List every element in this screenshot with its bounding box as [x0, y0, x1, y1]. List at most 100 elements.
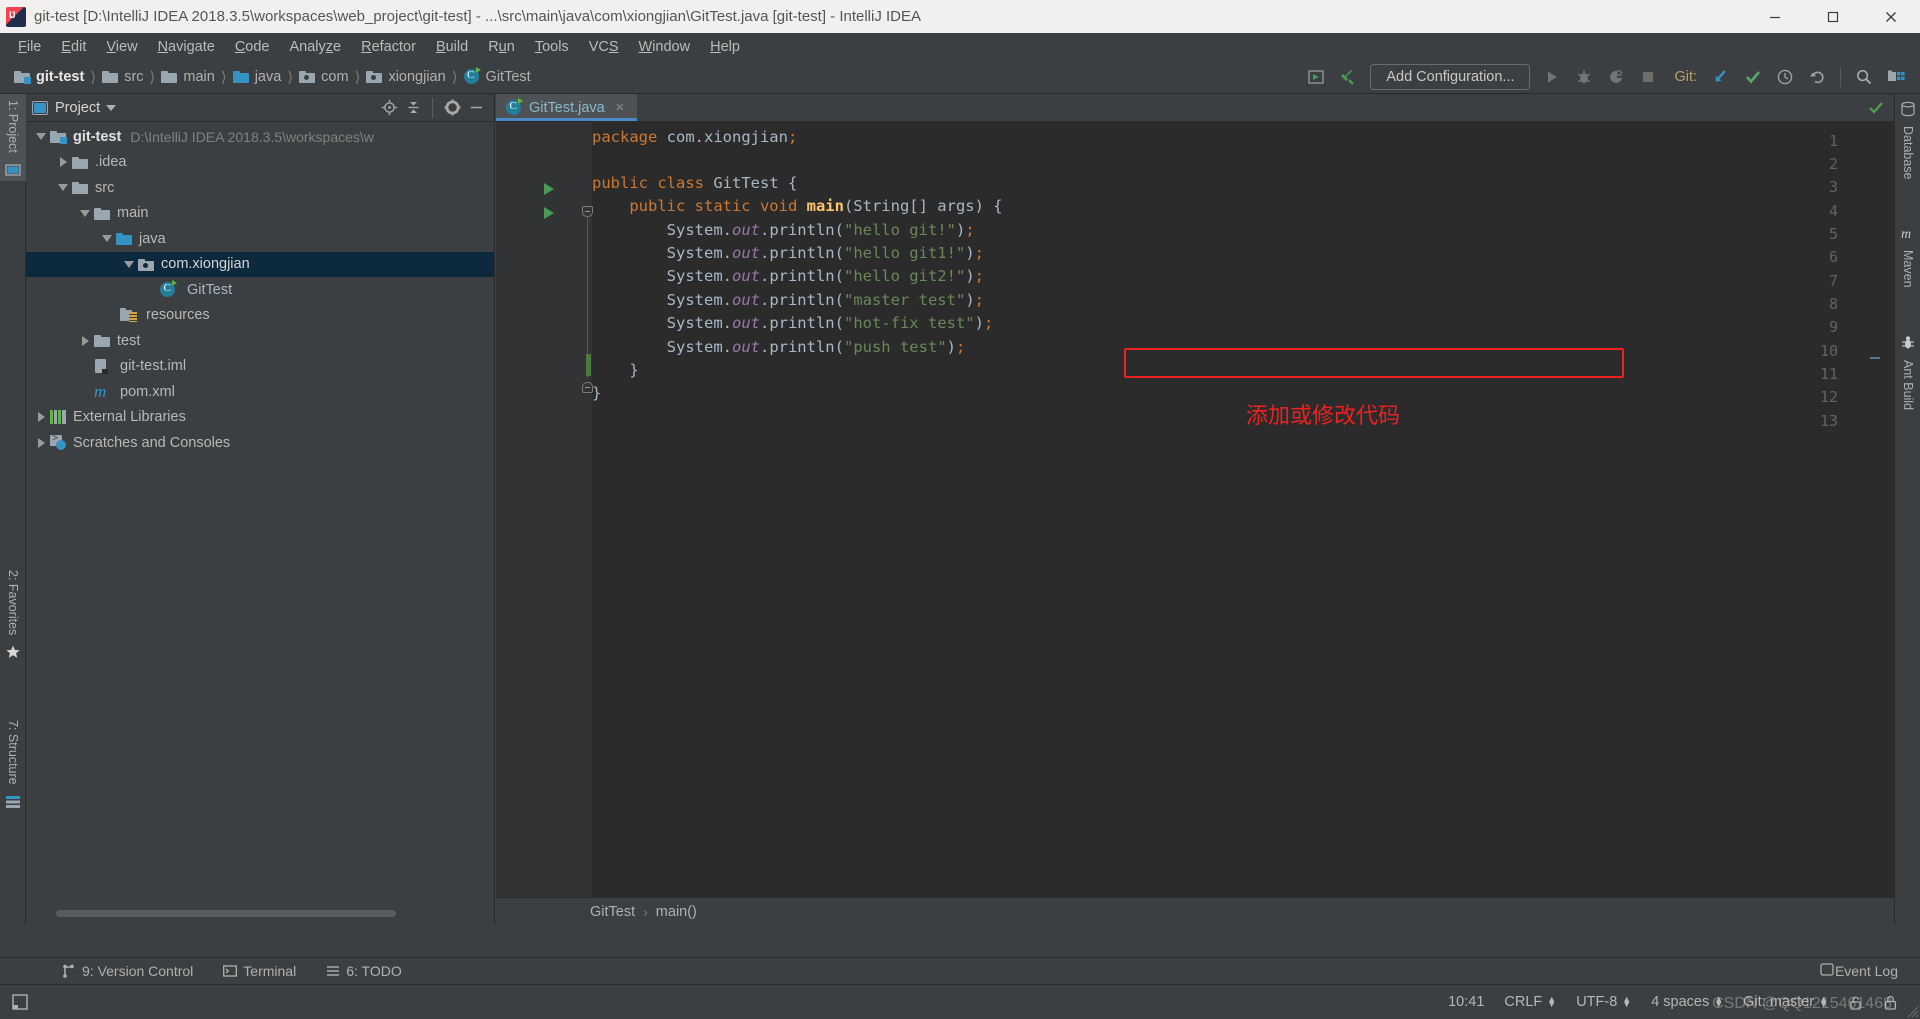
settings-gear-icon[interactable]: [440, 97, 464, 119]
expand-arrow-icon[interactable]: [32, 437, 50, 448]
sidebar-item-maven[interactable]: m Maven: [1895, 222, 1920, 294]
build-project-icon[interactable]: [1301, 64, 1331, 90]
minimize-button[interactable]: [1746, 0, 1804, 33]
run-with-coverage-icon[interactable]: [1601, 64, 1631, 90]
tree-item-scratches-and-consoles[interactable]: Scratches and Consoles: [26, 430, 494, 456]
window-controls: [1746, 0, 1920, 33]
status-indent[interactable]: 4 spaces ▲ ▼: [1641, 994, 1733, 1010]
inspection-ok-icon[interactable]: [1868, 100, 1884, 121]
tree-item-git-test[interactable]: git-test D:\IntelliJ IDEA 2018.3.5\works…: [26, 124, 494, 150]
commit-icon[interactable]: [1738, 64, 1768, 90]
sidebar-item-structure[interactable]: 7: Structure: [0, 714, 26, 813]
run-method-gutter-icon[interactable]: [544, 207, 554, 219]
sidebar-item-ant-build[interactable]: Ant Build: [1895, 332, 1920, 416]
sidebar-item-project[interactable]: 1: Project: [0, 94, 26, 181]
collapse-arrow-icon[interactable]: [120, 260, 138, 268]
collapse-arrow-icon[interactable]: [54, 184, 72, 192]
navigation-bar: git-test ⟩ src ⟩ main ⟩ java ⟩ com ⟩ xio…: [0, 60, 1920, 94]
sidebar-item-favorites[interactable]: 2: Favorites: [0, 564, 26, 663]
menu-edit[interactable]: Edit: [51, 36, 96, 58]
code-text[interactable]: package com.xiongjian; public class GitT…: [592, 122, 1894, 925]
stop-icon[interactable]: [1633, 64, 1663, 90]
tree-item-pom-xml[interactable]: m pom.xml: [26, 379, 494, 405]
tree-item-gittest[interactable]: GitTest: [26, 277, 494, 303]
event-log-button[interactable]: Event Log: [1820, 962, 1898, 980]
breadcrumb-item-src[interactable]: src: [98, 67, 147, 87]
breadcrumb-item-java[interactable]: java: [229, 67, 286, 87]
debug-icon[interactable]: [1569, 64, 1599, 90]
bottom-tab-version-control[interactable]: 9: Version Control: [50, 961, 205, 981]
expand-arrow-icon[interactable]: [76, 335, 94, 346]
sidebar-item-database[interactable]: Database: [1895, 98, 1920, 186]
hide-icon[interactable]: [464, 97, 488, 119]
menu-help[interactable]: Help: [700, 36, 750, 58]
run-icon[interactable]: [1537, 64, 1567, 90]
menu-code[interactable]: Code: [225, 36, 280, 58]
run-class-gutter-icon[interactable]: [544, 183, 554, 195]
project-structure-icon[interactable]: [1881, 64, 1911, 90]
add-configuration-button[interactable]: Add Configuration...: [1370, 63, 1531, 90]
collapse-all-icon[interactable]: [401, 97, 425, 119]
tree-item-external-libraries[interactable]: External Libraries: [26, 405, 494, 431]
tree-item-test[interactable]: test: [26, 328, 494, 354]
expand-arrow-icon[interactable]: [32, 412, 50, 423]
revert-icon[interactable]: [1802, 64, 1832, 90]
tab-label: GitTest.java: [529, 99, 605, 116]
menu-analyze[interactable]: Analyze: [280, 36, 352, 58]
tab-gittest-java[interactable]: GitTest.java ×: [496, 94, 637, 121]
menu-tools[interactable]: Tools: [525, 36, 579, 58]
status-encoding[interactable]: UTF-8 ▲ ▼: [1566, 994, 1641, 1010]
tree-item-src[interactable]: src: [26, 175, 494, 201]
menu-refactor[interactable]: Refactor: [351, 36, 426, 58]
history-icon[interactable]: [1770, 64, 1800, 90]
chevron-down-icon[interactable]: [106, 104, 117, 111]
collapse-arrow-icon[interactable]: [76, 209, 94, 217]
search-everywhere-icon[interactable]: [1849, 64, 1879, 90]
close-button[interactable]: [1862, 0, 1920, 33]
vcs-change-marker[interactable]: [586, 354, 591, 376]
toggle-toolbar-button[interactable]: [0, 994, 40, 1010]
sidebar-item-label: Database: [1901, 126, 1915, 180]
menu-navigate[interactable]: Navigate: [148, 36, 225, 58]
tree-item-com-xiongjian[interactable]: com.xiongjian: [26, 251, 494, 277]
bottom-tab-terminal[interactable]: Terminal: [211, 961, 308, 981]
collapse-arrow-icon[interactable]: [98, 235, 116, 243]
breadcrumb-item-main[interactable]: main: [157, 67, 218, 87]
maximize-button[interactable]: [1804, 0, 1862, 33]
menu-file[interactable]: File: [8, 36, 51, 58]
editor-gutter[interactable]: [496, 122, 592, 925]
update-project-icon[interactable]: [1706, 64, 1736, 90]
menu-window[interactable]: Window: [629, 36, 701, 58]
bottom-tab-todo[interactable]: 6: TODO: [314, 961, 414, 981]
inspections-icon[interactable]: [1873, 995, 1908, 1010]
breadcrumb-item-gittest[interactable]: GitTest: [460, 67, 535, 87]
menu-build[interactable]: Build: [426, 36, 478, 58]
status-line-separator[interactable]: CRLF ▲ ▼: [1494, 994, 1566, 1010]
project-panel-title: Project: [55, 99, 101, 116]
editor-breadcrumb-method[interactable]: main(): [652, 904, 701, 920]
collapse-arrow-icon[interactable]: [32, 133, 50, 141]
locate-icon[interactable]: [377, 97, 401, 119]
tree-item-resources[interactable]: resources: [26, 303, 494, 329]
tree-item-idea[interactable]: .idea: [26, 150, 494, 176]
project-tool-window: Project git-test D:\IntelliJ IDEA 2018.3…: [26, 94, 495, 925]
window-resize-grip[interactable]: [1904, 1003, 1920, 1019]
tree-item-java[interactable]: java: [26, 226, 494, 252]
menu-vcs[interactable]: VCS: [579, 36, 629, 58]
code-canvas[interactable]: 1 2 3 4 5 6 7 8 9 10 11 12 13 package co…: [496, 122, 1894, 925]
breadcrumb-item-xiongjian[interactable]: xiongjian: [362, 67, 449, 87]
expand-arrow-icon[interactable]: [54, 157, 72, 168]
build-hammer-icon[interactable]: [1333, 64, 1363, 90]
breadcrumb: git-test ⟩ src ⟩ main ⟩ java ⟩ com ⟩ xio…: [0, 67, 535, 87]
breadcrumb-item-com[interactable]: com: [295, 67, 352, 87]
tree-item-git-test-iml[interactable]: git-test.iml: [26, 354, 494, 380]
status-git-branch[interactable]: Git: master ▲ ▼: [1733, 994, 1838, 1010]
unlock-icon[interactable]: [1838, 995, 1873, 1010]
menu-run[interactable]: Run: [478, 36, 525, 58]
project-panel-horizontal-scrollbar[interactable]: [56, 910, 396, 917]
menu-view[interactable]: View: [96, 36, 147, 58]
editor-breadcrumb-class[interactable]: GitTest: [586, 904, 639, 920]
close-icon[interactable]: ×: [613, 100, 627, 115]
tree-item-main[interactable]: main: [26, 201, 494, 227]
breadcrumb-item-git-test[interactable]: git-test: [10, 67, 88, 87]
